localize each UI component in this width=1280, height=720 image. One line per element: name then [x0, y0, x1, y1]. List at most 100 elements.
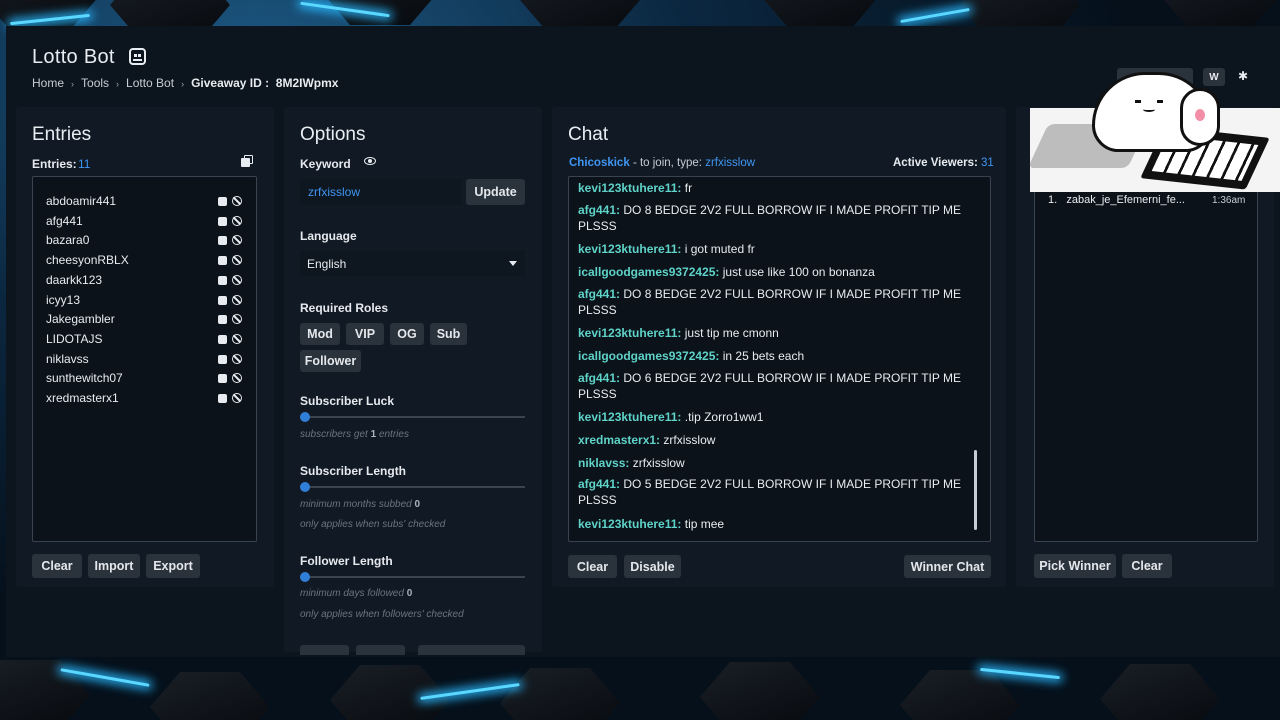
winners-clear-button[interactable]: Clear [1122, 554, 1172, 578]
ban-entry-icon[interactable] [232, 393, 242, 403]
slider-handle[interactable] [300, 412, 310, 422]
remove-entry-icon[interactable] [218, 374, 227, 384]
winner-row: 1. zabak_je_Efemerni_fe... [1048, 194, 1185, 206]
copy-icon[interactable] [241, 155, 253, 167]
entry-name: bazara0 [46, 233, 90, 248]
role-og[interactable]: OG [390, 323, 424, 345]
bot-icon [129, 48, 146, 65]
chat-disable-button[interactable]: Disable [624, 555, 681, 578]
ban-entry-icon[interactable] [232, 353, 242, 364]
remove-entry-icon[interactable] [218, 236, 227, 246]
remove-entry-icon[interactable] [218, 295, 227, 305]
hint-text: entries [378, 429, 409, 440]
language-select-value: English [307, 257, 347, 271]
options-button-cut[interactable] [300, 645, 349, 655]
pick-winner-button[interactable]: Pick Winner [1034, 554, 1116, 578]
role-vip[interactable]: VIP [346, 323, 384, 345]
remove-entry-icon[interactable] [218, 394, 227, 403]
remove-entry-icon[interactable] [218, 275, 227, 285]
cat-paw-icon [1180, 88, 1220, 146]
entries-clear-button[interactable]: Clear [32, 554, 82, 578]
entry-name: sunthewitch07 [46, 371, 123, 386]
remove-entry-icon[interactable] [218, 315, 227, 325]
entries-export-button[interactable]: Export [146, 554, 200, 578]
ban-entry-icon[interactable] [232, 215, 242, 226]
winner-time: 1:36am [1212, 195, 1246, 206]
hex-tile [500, 668, 620, 720]
chat-log [568, 176, 991, 542]
language-select[interactable]: English [300, 250, 525, 276]
role-sub[interactable]: Sub [430, 323, 467, 345]
entry-name: xredmasterx1 [46, 391, 119, 405]
entry-name: Jakegambler [46, 312, 115, 327]
entry-name: abdoamir441 [46, 194, 117, 208]
sub-luck-label: Subscriber Luck [300, 394, 395, 408]
chat-channel[interactable]: Chicoskick [569, 157, 630, 169]
winner-rank: 1. [1048, 194, 1058, 206]
chevron-right-icon: › [71, 79, 75, 89]
keyword-label: Keyword [300, 157, 351, 171]
entry-name: daarkk123 [46, 272, 103, 287]
breadcrumb-lotto[interactable]: Lotto Bot [126, 76, 174, 90]
chevron-right-icon: › [116, 79, 120, 89]
ban-entry-icon[interactable] [232, 294, 242, 305]
ban-entry-icon[interactable] [232, 333, 242, 344]
hex-tile [1100, 664, 1220, 720]
entry-name: cheesyonRBLX [46, 253, 129, 268]
winner-chat-button[interactable]: Winner Chat [904, 555, 991, 578]
chat-scrollbar[interactable] [974, 450, 977, 530]
options-button-cut[interactable] [418, 645, 525, 655]
hex-tile [700, 662, 820, 720]
breadcrumb-giveaway-id: 8M2IWpmx [275, 76, 339, 90]
hint-text: minimum months subbed [300, 499, 412, 510]
hint-value: 1 [370, 429, 377, 440]
hex-tile [330, 665, 450, 720]
entry-name: icyy13 [46, 292, 81, 307]
role-follower[interactable]: Follower [300, 350, 361, 372]
ban-entry-icon[interactable] [232, 196, 242, 206]
page-title: Lotto Bot [32, 46, 115, 68]
chat-join-info: Chicoskick - to join, type: zrfxisslow [569, 157, 755, 169]
slider-handle[interactable] [300, 482, 310, 492]
chevron-down-icon [509, 261, 517, 266]
chat-join-text: - to join, type: [632, 157, 702, 169]
eye-icon[interactable] [364, 157, 376, 165]
chat-join-keyword: zrfxisslow [705, 157, 756, 169]
sub-luck-slider[interactable] [300, 412, 525, 422]
chevron-right-icon: › [181, 79, 185, 89]
slider-handle[interactable] [300, 572, 310, 582]
sub-length-slider[interactable] [300, 482, 525, 492]
remove-entry-icon[interactable] [218, 354, 227, 364]
breadcrumb-tools[interactable]: Tools [81, 76, 109, 90]
glow-line [900, 7, 970, 24]
role-mod[interactable]: Mod [300, 323, 340, 345]
breadcrumb: Home › Tools › Lotto Bot › Giveaway ID : 8M2IW… [32, 76, 338, 90]
ban-entry-icon[interactable] [232, 274, 242, 285]
viewers-label: Active Viewers: [893, 157, 978, 169]
winner-name: zabak_je_Efemerni_fe... [1066, 194, 1185, 206]
entries-import-button[interactable]: Import [88, 554, 140, 578]
remove-entry-icon[interactable] [218, 197, 227, 206]
entries-count: 11 [78, 157, 91, 171]
follow-length-note: only applies when followers' checked [300, 609, 464, 620]
remove-entry-icon[interactable] [218, 216, 227, 226]
options-button-cut[interactable] [356, 645, 405, 655]
sub-length-note: only applies when subs' checked [300, 519, 446, 530]
language-label: Language [300, 229, 357, 243]
breadcrumb-giveaway-label: Giveaway ID : [191, 76, 270, 90]
hint-value: 0 [414, 499, 421, 510]
chat-clear-button[interactable]: Clear [568, 555, 617, 578]
breadcrumb-home[interactable]: Home [32, 76, 64, 90]
follow-length-label: Follower Length [300, 554, 393, 568]
hint-text: minimum days followed [300, 588, 404, 599]
sub-luck-hint: subscribers get 1 entries [300, 429, 409, 440]
update-button[interactable]: Update [466, 179, 525, 205]
entry-name: afg441 [46, 213, 83, 228]
remove-entry-icon[interactable] [218, 334, 227, 344]
follow-length-slider[interactable] [300, 572, 525, 582]
sub-length-label: Subscriber Length [300, 464, 407, 478]
remove-entry-icon[interactable] [218, 256, 227, 266]
active-viewers: Active Viewers: 31 [893, 157, 994, 169]
hex-tile [150, 672, 270, 720]
keyword-input[interactable]: zrfxisslow [300, 179, 462, 205]
